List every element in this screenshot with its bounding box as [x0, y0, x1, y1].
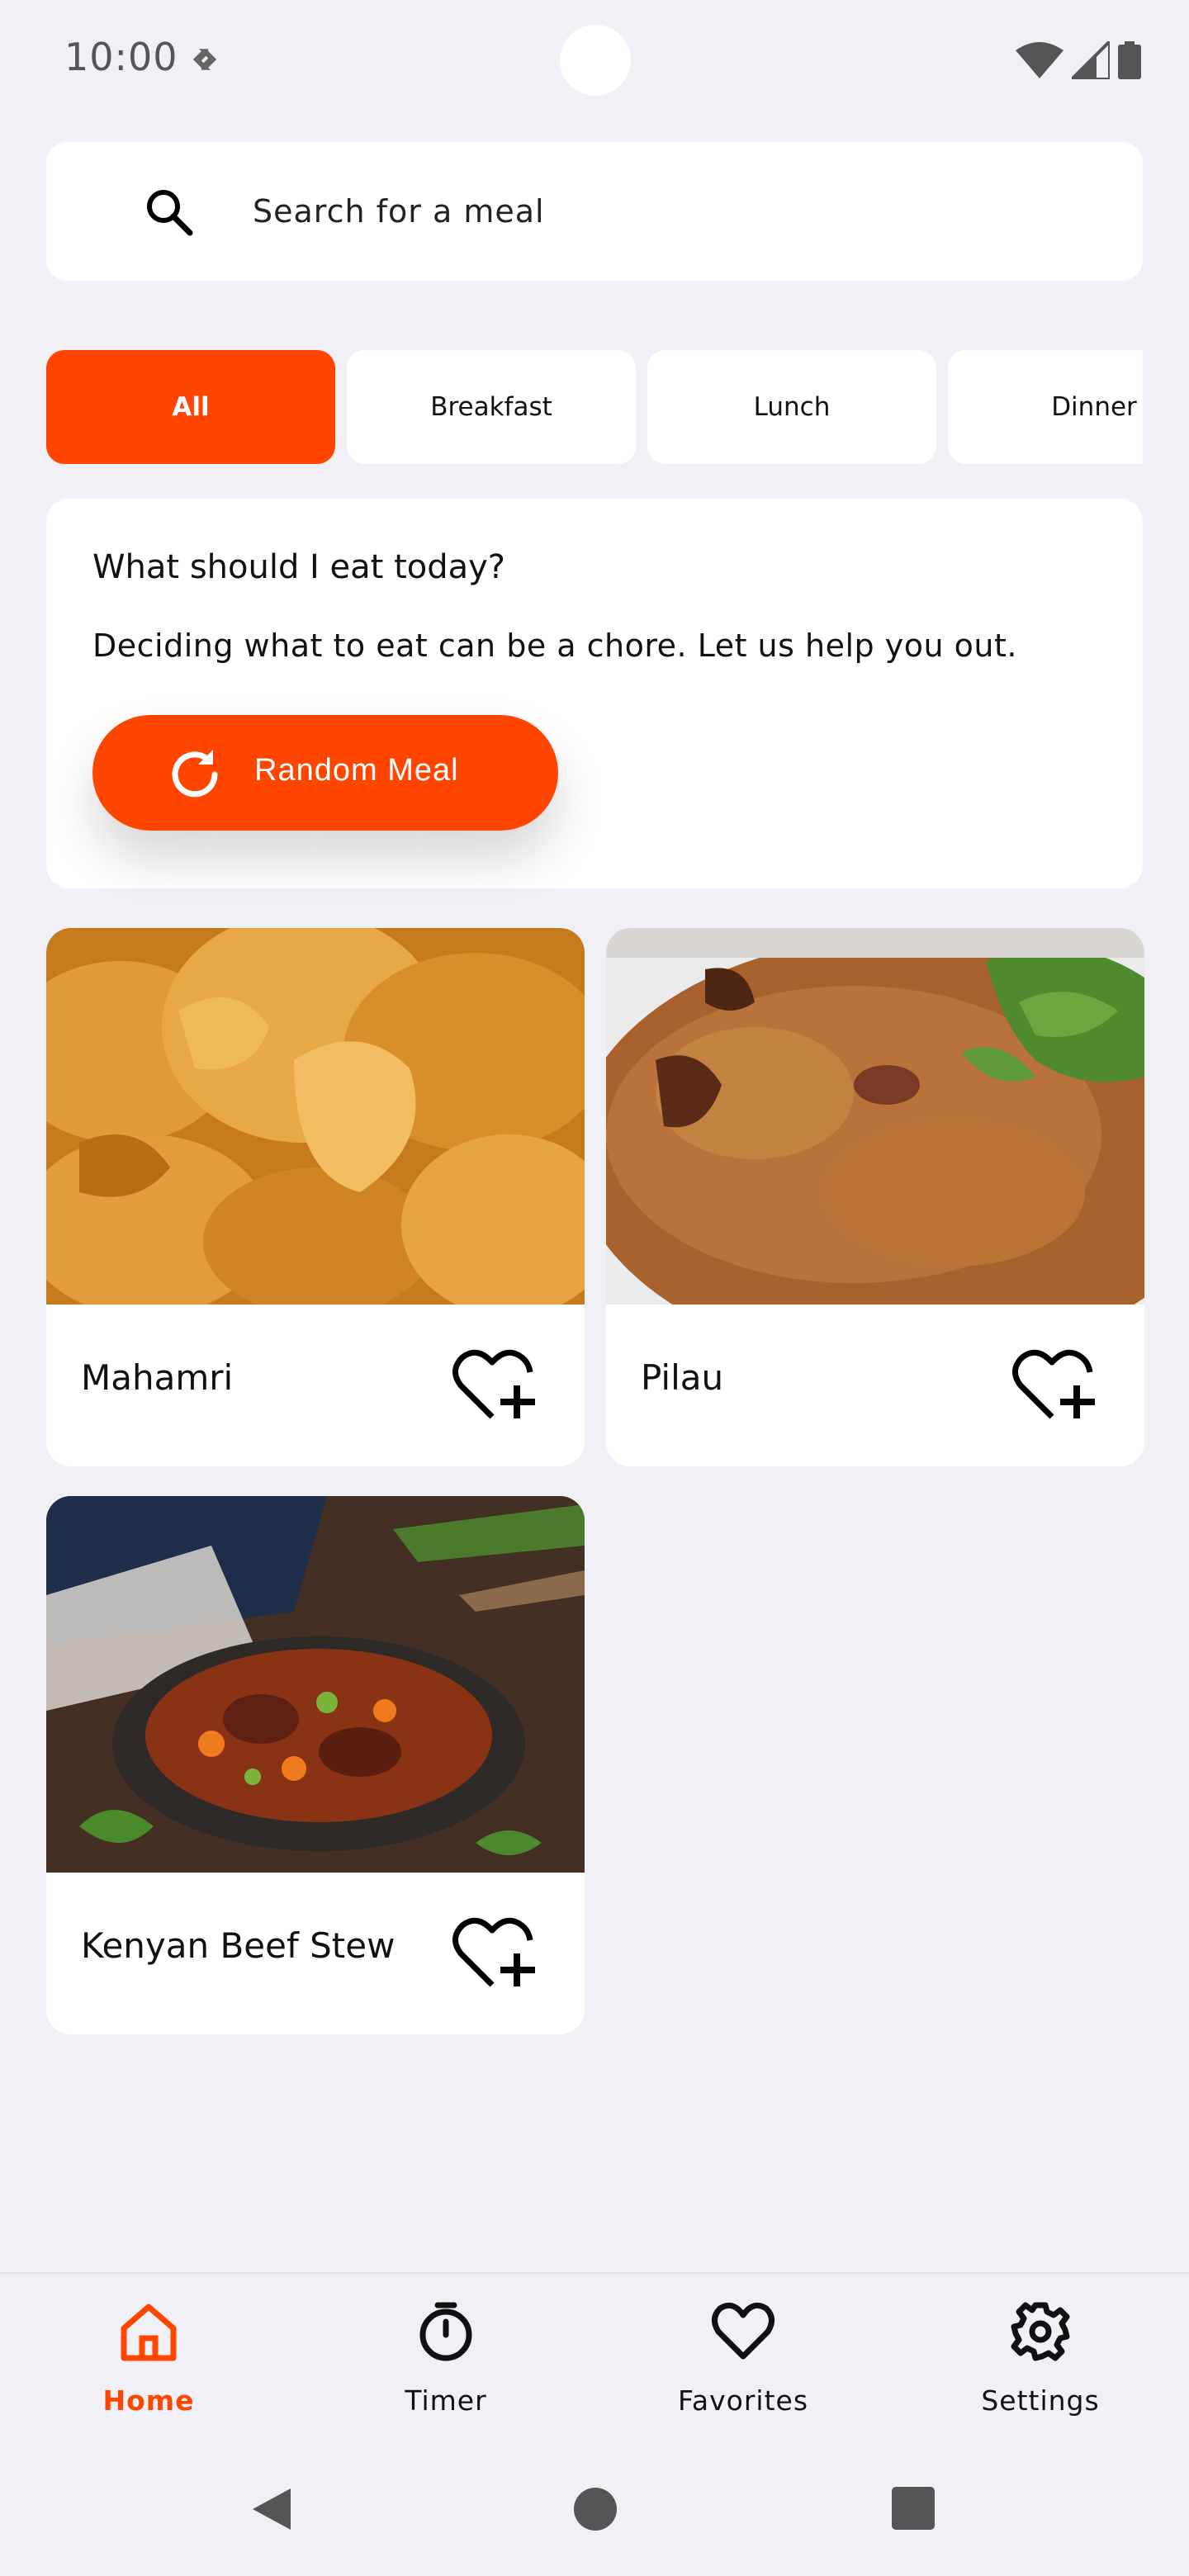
pilau-photo [606, 928, 1144, 1305]
meal-card-beef-stew[interactable]: Kenyan Beef Stew [46, 1496, 585, 2034]
meal-name: Mahamri [81, 1357, 234, 1398]
status-icons [1016, 38, 1141, 83]
nav-home[interactable]: Home [25, 2299, 272, 2431]
wifi-icon [1016, 42, 1063, 78]
home-icon [121, 2304, 177, 2361]
battery-icon [1118, 41, 1141, 79]
suggestion-text: Deciding what to eat can be a chore. Let… [92, 627, 1017, 664]
nav-label-home: Home [102, 2384, 195, 2417]
nav-timer[interactable]: Timer [322, 2299, 570, 2431]
sync-icon [192, 49, 217, 70]
add-favorite-icon[interactable] [452, 1347, 537, 1422]
tab-dinner[interactable]: Dinner [948, 350, 1143, 464]
refresh-icon [172, 750, 218, 798]
mahamri-photo [46, 928, 585, 1305]
add-favorite-icon[interactable] [1012, 1347, 1097, 1422]
nav-label-settings: Settings [981, 2384, 1100, 2417]
back-icon[interactable] [249, 2485, 294, 2533]
nav-favorites[interactable]: Favorites [619, 2299, 867, 2431]
camera-cutout [560, 25, 631, 96]
cell-signal-icon [1072, 41, 1110, 79]
gear-icon [1011, 2302, 1070, 2361]
category-tabs: All Breakfast Lunch Dinner [46, 350, 1143, 466]
search-input[interactable] [253, 183, 1111, 239]
home-button-icon[interactable] [573, 2487, 618, 2531]
search-bar[interactable] [46, 142, 1143, 281]
beef-stew-photo [46, 1496, 585, 1873]
suggestion-title: What should I eat today? [92, 548, 506, 586]
system-navigation [0, 2446, 1189, 2576]
meal-card-pilau[interactable]: Pilau [606, 928, 1144, 1466]
meal-card-mahamri[interactable]: Mahamri [46, 928, 585, 1466]
tab-dinner-label: Dinner [1051, 392, 1137, 422]
meal-name: Kenyan Beef Stew [81, 1925, 396, 1966]
nav-label-favorites: Favorites [677, 2384, 809, 2417]
add-favorite-icon[interactable] [452, 1915, 537, 1990]
meal-name: Pilau [641, 1357, 724, 1398]
bottom-navigation: Home Timer Favorites Settings [0, 2272, 1189, 2446]
random-meal-label: Random Meal [254, 753, 459, 788]
tab-lunch[interactable]: Lunch [647, 350, 936, 464]
tab-all[interactable]: All [46, 350, 335, 464]
app-screen: 10:00 All Breakfa [0, 0, 1189, 2576]
recents-icon[interactable] [890, 2485, 936, 2531]
random-meal-button[interactable]: Random Meal [92, 715, 558, 831]
heart-icon [712, 2302, 775, 2360]
search-icon [147, 190, 193, 236]
suggestion-card: What should I eat today? Deciding what t… [46, 499, 1143, 888]
status-bar: 10:00 [0, 0, 1189, 124]
nav-settings[interactable]: Settings [917, 2299, 1164, 2431]
nav-label-timer: Timer [405, 2384, 487, 2417]
tab-breakfast[interactable]: Breakfast [347, 350, 636, 464]
status-time: 10:00 [64, 35, 178, 79]
timer-icon [419, 2302, 472, 2361]
